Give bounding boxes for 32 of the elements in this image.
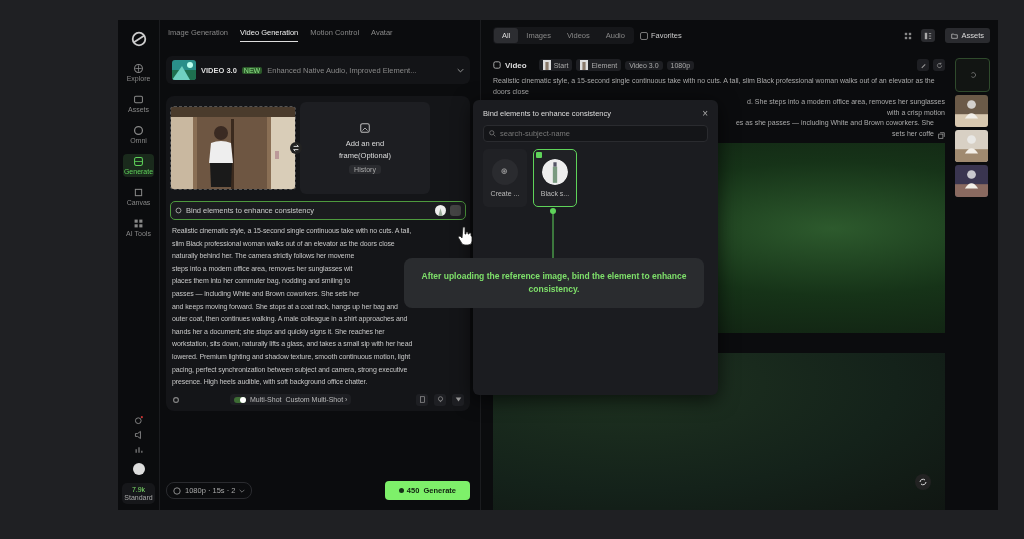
check-icon <box>536 152 542 158</box>
speaker-icon[interactable] <box>133 430 144 440</box>
retry-icon[interactable] <box>933 59 945 71</box>
copy-icon[interactable] <box>938 132 945 139</box>
sync-icon[interactable] <box>915 474 931 490</box>
settings-icon[interactable] <box>172 395 180 404</box>
compass-icon <box>133 63 144 74</box>
edit-icon[interactable] <box>917 59 929 71</box>
chart-icon[interactable] <box>133 445 144 455</box>
logo-icon <box>129 30 148 48</box>
leader-line <box>550 208 556 258</box>
bulb-icon[interactable] <box>434 393 446 406</box>
multi-shot-toggle[interactable] <box>234 396 246 403</box>
hint-text: After uploading the reference image, bind the element to enhance consistency. <box>420 270 688 296</box>
ring-icon <box>133 125 144 136</box>
search-icon <box>489 130 496 137</box>
document-icon[interactable] <box>416 393 428 406</box>
grid-icon <box>133 218 144 229</box>
video-icon <box>493 61 501 69</box>
square-icon <box>133 187 144 198</box>
film-icon <box>133 156 144 167</box>
folder-icon <box>951 32 959 39</box>
chevron-down-icon <box>457 67 464 73</box>
user-avatar[interactable] <box>132 463 145 475</box>
result-title: Video <box>505 60 527 70</box>
send-icon[interactable] <box>452 393 464 406</box>
image-add-icon <box>359 122 371 135</box>
chevron-down-icon <box>239 488 246 493</box>
close-button[interactable]: × <box>702 108 708 119</box>
folder-icon <box>133 94 144 105</box>
list-view-icon[interactable] <box>921 29 936 42</box>
loading-thumbnail[interactable] <box>955 58 990 92</box>
